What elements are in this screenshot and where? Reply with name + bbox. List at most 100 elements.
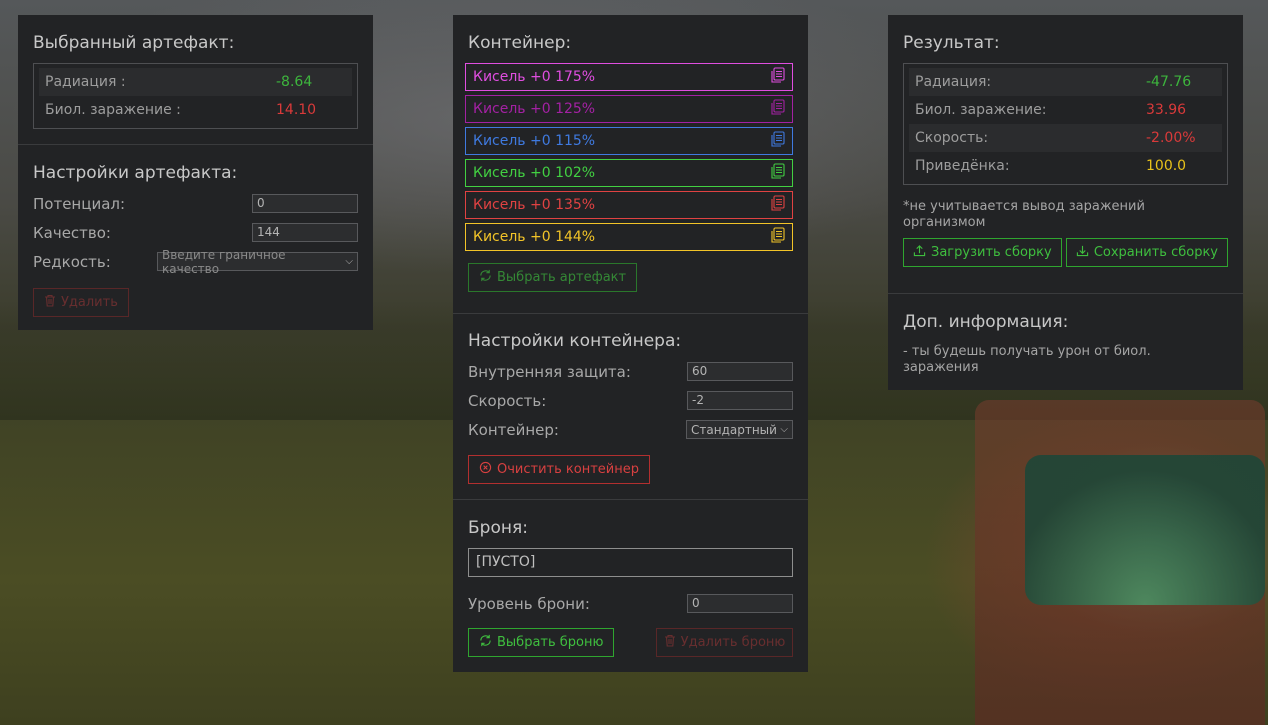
- speed-field: Скорость: -2: [468, 386, 793, 415]
- upload-icon: [913, 244, 926, 261]
- quality-label: Качество:: [33, 223, 111, 242]
- load-build-button[interactable]: Загрузить сборку: [903, 238, 1062, 267]
- extra-info-text: - ты будешь получать урон от биол. зараж…: [903, 344, 1151, 375]
- armor-title: Броня:: [468, 518, 528, 538]
- container-item-label: Кисель +0 144%: [473, 229, 596, 245]
- container-type-label: Контейнер:: [468, 420, 559, 439]
- armor-actions: Выбрать броню Удалить броню: [468, 628, 793, 657]
- stat-value: -8.64: [276, 74, 313, 90]
- save-build-label: Сохранить сборку: [1093, 245, 1218, 260]
- container-item-label: Кисель +0 115%: [473, 133, 596, 149]
- stat-label: Скорость:: [915, 130, 989, 146]
- stat-label: Радиация:: [915, 74, 992, 90]
- artifact-settings-title: Настройки артефакта:: [33, 163, 238, 183]
- document-icon[interactable]: [771, 195, 785, 215]
- container-settings-section: Настройки контейнера: Внутренняя защита:…: [453, 314, 808, 500]
- result-section: Результат: Радиация: -47.76 Биол. зараже…: [888, 15, 1243, 294]
- result-stat-row: Скорость: -2.00%: [909, 124, 1222, 152]
- download-icon: [1076, 244, 1089, 261]
- stat-label: Приведёнка:: [915, 158, 1010, 174]
- container-item[interactable]: Кисель +0 175%: [465, 63, 793, 91]
- container-type-value: Стандартный: [691, 422, 777, 437]
- result-panel: Результат: Радиация: -47.76 Биол. зараже…: [888, 15, 1243, 390]
- container-item-label: Кисель +0 135%: [473, 197, 596, 213]
- container-item[interactable]: Кисель +0 144%: [465, 223, 793, 251]
- delete-artifact-label: Удалить: [61, 295, 118, 310]
- rarity-select[interactable]: Введите граничное качество ⌵: [157, 248, 358, 276]
- stat-value: 100.0: [1146, 158, 1187, 174]
- stat-label: Биол. заражение :: [45, 102, 181, 118]
- inner-protection-input[interactable]: 60: [687, 362, 793, 381]
- inner-protection-label: Внутренняя защита:: [468, 362, 631, 381]
- container-item[interactable]: Кисель +0 115%: [465, 127, 793, 155]
- artifact-stat-row: Биол. заражение : 14.10: [39, 96, 352, 124]
- stat-value: -2.00%: [1146, 130, 1196, 146]
- delete-artifact-button[interactable]: Удалить: [33, 288, 129, 317]
- clear-container-label: Очистить контейнер: [497, 462, 639, 477]
- document-icon[interactable]: [771, 67, 785, 87]
- artifact-panel: Выбранный артефакт: Радиация : -8.64 Био…: [18, 15, 373, 330]
- extra-info-section: Доп. информация: - ты будешь получать ур…: [888, 294, 1243, 390]
- stat-value: 33.96: [1146, 102, 1187, 118]
- container-title: Контейнер:: [468, 33, 572, 53]
- result-stats-box: Радиация: -47.76 Биол. заражение: 33.96 …: [903, 63, 1228, 185]
- container-item[interactable]: Кисель +0 102%: [465, 159, 793, 187]
- container-settings-actions: Очистить контейнер: [468, 455, 793, 484]
- speed-input[interactable]: -2: [687, 391, 793, 410]
- armor-slot[interactable]: [ПУСТО]: [468, 548, 793, 577]
- container-item-label: Кисель +0 175%: [473, 69, 596, 85]
- artifact-settings-section: Настройки артефакта: Потенциал: 0 Качест…: [18, 145, 373, 331]
- container-actions: Выбрать артефакт: [468, 263, 793, 292]
- load-build-label: Загрузить сборку: [931, 245, 1052, 260]
- quality-input[interactable]: 144: [252, 223, 358, 242]
- container-type-field: Контейнер: Стандартный ⌵: [468, 415, 793, 444]
- clear-container-button[interactable]: Очистить контейнер: [468, 455, 650, 484]
- rarity-select-value: Введите граничное качество: [162, 247, 286, 276]
- save-build-button[interactable]: Сохранить сборку: [1065, 238, 1228, 267]
- stat-label: Биол. заражение:: [915, 102, 1047, 118]
- speed-label: Скорость:: [468, 391, 547, 410]
- container-item[interactable]: Кисель +0 135%: [465, 191, 793, 219]
- refresh-icon: [479, 269, 492, 286]
- result-title: Результат:: [903, 33, 1000, 53]
- rarity-field: Редкость: Введите граничное качество ⌵: [33, 247, 358, 276]
- chevron-down-icon: ⌵: [345, 255, 353, 267]
- document-icon[interactable]: [771, 99, 785, 119]
- container-settings-title: Настройки контейнера:: [468, 331, 682, 351]
- container-section: Контейнер: Кисель +0 175% Кисель +0 125% К…: [453, 15, 808, 314]
- artifact-stats-box: Радиация : -8.64 Биол. заражение : 14.10: [33, 63, 358, 129]
- potential-input[interactable]: 0: [252, 194, 358, 213]
- selected-artifact-title: Выбранный артефакт:: [33, 33, 235, 53]
- choose-armor-label: Выбрать броню: [497, 635, 604, 650]
- armor-level-field: Уровень брони: 0: [468, 589, 793, 618]
- extra-info-title: Доп. информация:: [903, 312, 1069, 332]
- delete-armor-button[interactable]: Удалить броню: [656, 628, 793, 657]
- result-stat-row: Радиация: -47.76: [909, 68, 1222, 96]
- document-icon[interactable]: [771, 227, 785, 247]
- inner-protection-field: Внутренняя защита: 60: [468, 357, 793, 386]
- stat-value: 14.10: [276, 102, 317, 118]
- artifact-stat-row: Радиация : -8.64: [39, 68, 352, 96]
- choose-armor-button[interactable]: Выбрать броню: [468, 628, 615, 657]
- potential-field: Потенциал: 0: [33, 189, 358, 218]
- background-radar-screen: [1025, 455, 1265, 605]
- delete-armor-label: Удалить броню: [680, 635, 786, 650]
- quality-field: Качество: 144: [33, 218, 358, 247]
- choose-artifact-button[interactable]: Выбрать артефакт: [468, 263, 638, 292]
- result-stat-row: Приведёнка: 100.0: [909, 152, 1222, 180]
- container-item-label: Кисель +0 102%: [473, 165, 596, 181]
- container-item[interactable]: Кисель +0 125%: [465, 95, 793, 123]
- trash-icon: [664, 634, 676, 651]
- rarity-label: Редкость:: [33, 252, 111, 271]
- container-type-select[interactable]: Стандартный ⌵: [686, 420, 793, 439]
- container-item-label: Кисель +0 125%: [473, 101, 596, 117]
- document-icon[interactable]: [771, 131, 785, 151]
- armor-level-input[interactable]: 0: [687, 594, 793, 613]
- clear-circle-icon: [479, 461, 492, 478]
- chevron-down-icon: ⌵: [780, 423, 788, 435]
- document-icon[interactable]: [771, 163, 785, 183]
- selected-artifact-section: Выбранный артефакт: Радиация : -8.64 Био…: [18, 15, 373, 145]
- potential-label: Потенциал:: [33, 194, 126, 213]
- container-items-list: Кисель +0 175% Кисель +0 125% Кисель +0 11…: [465, 63, 793, 251]
- result-actions: Загрузить сборку Сохранить сборку: [903, 238, 1228, 267]
